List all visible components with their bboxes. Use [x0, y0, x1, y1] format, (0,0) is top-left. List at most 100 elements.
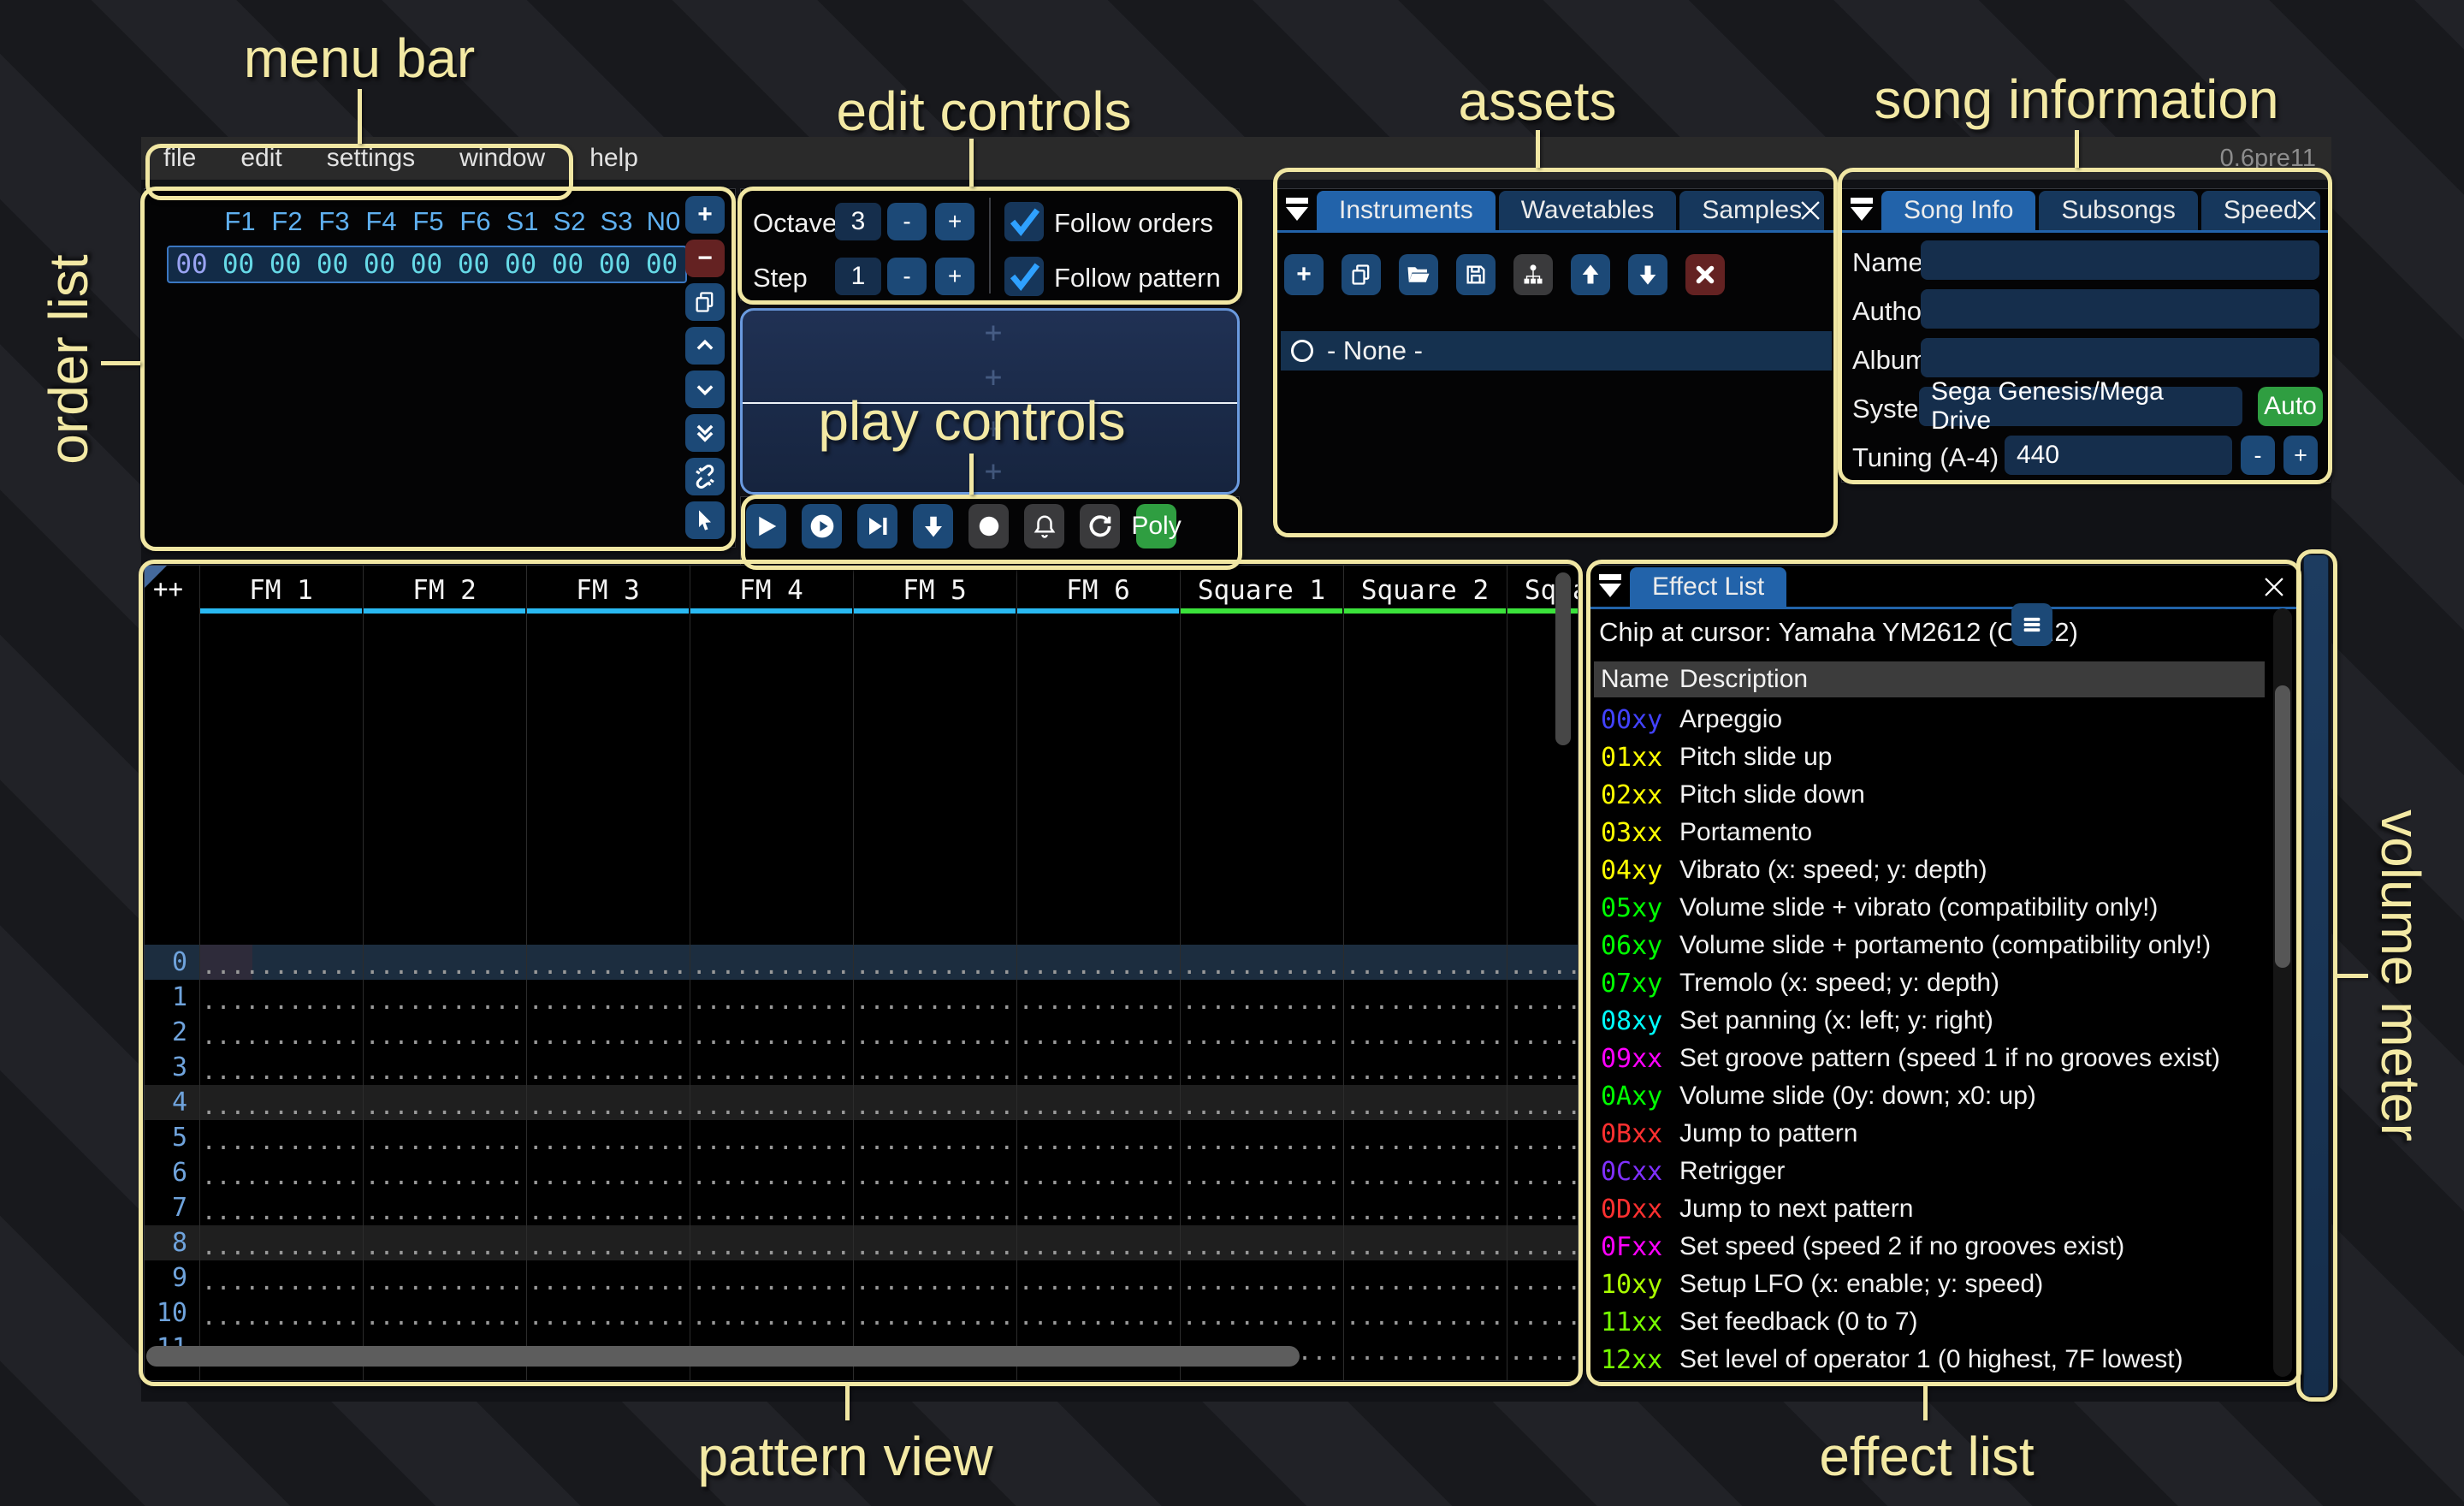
step-minus-button[interactable]: -: [887, 258, 927, 295]
pattern-cell[interactable]: ...........: [1180, 945, 1343, 980]
order-move-down-button[interactable]: [685, 371, 725, 408]
order-duplicate-end-button[interactable]: [685, 414, 725, 452]
asset-delete-button[interactable]: [1685, 254, 1725, 295]
menu-item[interactable]: window: [437, 137, 567, 180]
channel-header-cell[interactable]: FM 5: [853, 566, 1016, 615]
pattern-cell[interactable]: ...........: [853, 1015, 1016, 1050]
close-icon[interactable]: [1796, 196, 1825, 225]
play-button[interactable]: [746, 504, 786, 548]
pattern-cell[interactable]: ...........: [1343, 1331, 1507, 1366]
pattern-row[interactable]: 1.......................................…: [145, 980, 1578, 1015]
pattern-cell[interactable]: ...........: [853, 1050, 1016, 1085]
pattern-cell[interactable]: ...........: [690, 1296, 853, 1331]
pattern-cell[interactable]: ...........: [1180, 1155, 1343, 1190]
pattern-cell[interactable]: ...........: [1343, 1120, 1507, 1155]
pattern-cell[interactable]: ...........: [1507, 1225, 1578, 1260]
pattern-cell[interactable]: ...........: [690, 1015, 853, 1050]
menu-item[interactable]: settings: [305, 137, 437, 180]
pattern-cell[interactable]: ...........: [199, 1085, 363, 1120]
asset-duplicate-button[interactable]: [1342, 254, 1381, 295]
pattern-row[interactable]: 6.......................................…: [145, 1155, 1578, 1190]
tuning-field[interactable]: 440: [2005, 436, 2232, 475]
tuning-plus-button[interactable]: +: [2283, 436, 2318, 475]
pattern-cell[interactable]: ...........: [363, 1015, 526, 1050]
pattern-cell[interactable]: ...........: [526, 1225, 690, 1260]
pattern-cell[interactable]: ...........: [690, 1190, 853, 1225]
pattern-row[interactable]: 3.......................................…: [145, 1050, 1578, 1085]
pattern-cell[interactable]: ...........: [1507, 1331, 1578, 1366]
pattern-cell[interactable]: ...........: [690, 1225, 853, 1260]
pattern-cell[interactable]: ...........: [1016, 1085, 1180, 1120]
channel-header-cell[interactable]: Square 1: [1180, 566, 1343, 615]
asset-move-down-button[interactable]: [1628, 254, 1667, 295]
menu-item[interactable]: file: [141, 137, 218, 180]
name-field[interactable]: [1921, 240, 2319, 280]
pattern-cell[interactable]: ...........: [363, 1085, 526, 1120]
pattern-cell[interactable]: ...........: [363, 945, 526, 980]
tuning-minus-button[interactable]: -: [2241, 436, 2275, 475]
play-from-cursor-button[interactable]: [802, 504, 842, 548]
pattern-cell[interactable]: ...........: [1343, 945, 1507, 980]
album-field[interactable]: [1921, 338, 2319, 377]
pattern-row[interactable]: 2.......................................…: [145, 1015, 1578, 1050]
pattern-cell[interactable]: ...........: [853, 1296, 1016, 1331]
asset-move-up-button[interactable]: [1571, 254, 1610, 295]
pattern-cell[interactable]: ...........: [1016, 1015, 1180, 1050]
pattern-cell[interactable]: ...........: [1343, 1296, 1507, 1331]
assets-tab[interactable]: Wavetables: [1499, 191, 1677, 230]
effect-sort-button[interactable]: [2011, 603, 2052, 646]
pattern-row[interactable]: 0.......................................…: [145, 945, 1578, 980]
pattern-cell[interactable]: ...........: [199, 1120, 363, 1155]
order-row[interactable]: 00 00000000000000000000: [167, 246, 687, 283]
pattern-cell[interactable]: ...........: [1180, 1296, 1343, 1331]
follow-pattern-checkbox[interactable]: [1004, 257, 1044, 296]
pattern-cell[interactable]: ...........: [1016, 1296, 1180, 1331]
channel-header-cell[interactable]: FM 4: [690, 566, 853, 615]
pattern-cell[interactable]: ...........: [1016, 1260, 1180, 1296]
pattern-cell[interactable]: ...........: [199, 1225, 363, 1260]
octave-plus-button[interactable]: +: [935, 203, 974, 240]
pattern-cell[interactable]: ...........: [690, 980, 853, 1015]
pattern-cell[interactable]: ...........: [1507, 980, 1578, 1015]
pattern-cell[interactable]: ...........: [853, 1260, 1016, 1296]
order-cell[interactable]: 00: [544, 249, 591, 280]
order-cell[interactable]: 00: [497, 249, 544, 280]
pattern-cell[interactable]: ...........: [690, 1120, 853, 1155]
channel-header-cell[interactable]: FM 3: [526, 566, 690, 615]
step-input[interactable]: 1: [835, 258, 881, 295]
pattern-cell[interactable]: ...........: [363, 1190, 526, 1225]
pattern-cell[interactable]: ...........: [199, 1260, 363, 1296]
pattern-cell[interactable]: ...........: [1343, 1085, 1507, 1120]
pattern-cell[interactable]: ...........: [853, 945, 1016, 980]
pattern-cell[interactable]: ...........: [1180, 1260, 1343, 1296]
horizontal-scrollbar[interactable]: [146, 1346, 1300, 1367]
order-cell[interactable]: 00: [450, 249, 497, 280]
order-cell[interactable]: 00: [403, 249, 450, 280]
pattern-cell[interactable]: ...........: [1507, 1120, 1578, 1155]
order-cell[interactable]: 00: [215, 249, 262, 280]
order-cell[interactable]: 00: [591, 249, 638, 280]
pattern-cell[interactable]: ...........: [1507, 1015, 1578, 1050]
order-cell[interactable]: 00: [262, 249, 309, 280]
order-cell[interactable]: 00: [309, 249, 356, 280]
menu-item[interactable]: edit: [218, 137, 304, 180]
pattern-cell[interactable]: ...........: [199, 1296, 363, 1331]
system-field[interactable]: Sega Genesis/Mega Drive: [1919, 387, 2242, 426]
pattern-cell[interactable]: ...........: [690, 1155, 853, 1190]
pattern-cell[interactable]: ...........: [526, 1190, 690, 1225]
pattern-cell[interactable]: ...........: [1507, 1260, 1578, 1296]
pattern-cell[interactable]: ...........: [1180, 1120, 1343, 1155]
pattern-cell[interactable]: ...........: [1016, 980, 1180, 1015]
pattern-row[interactable]: 10......................................…: [145, 1296, 1578, 1331]
pattern-cell[interactable]: ...........: [526, 1260, 690, 1296]
pattern-cell[interactable]: ...........: [1343, 1155, 1507, 1190]
pattern-cell[interactable]: ...........: [853, 1190, 1016, 1225]
pattern-cell[interactable]: ...........: [1180, 1015, 1343, 1050]
metronome-button[interactable]: [1024, 504, 1064, 548]
pattern-cell[interactable]: ...........: [1180, 1190, 1343, 1225]
pattern-cell[interactable]: ...........: [363, 980, 526, 1015]
pattern-cell[interactable]: ...........: [690, 1050, 853, 1085]
pattern-cell[interactable]: ...........: [363, 1260, 526, 1296]
pattern-cell[interactable]: ...........: [1343, 980, 1507, 1015]
pattern-cell[interactable]: ...........: [526, 945, 690, 980]
